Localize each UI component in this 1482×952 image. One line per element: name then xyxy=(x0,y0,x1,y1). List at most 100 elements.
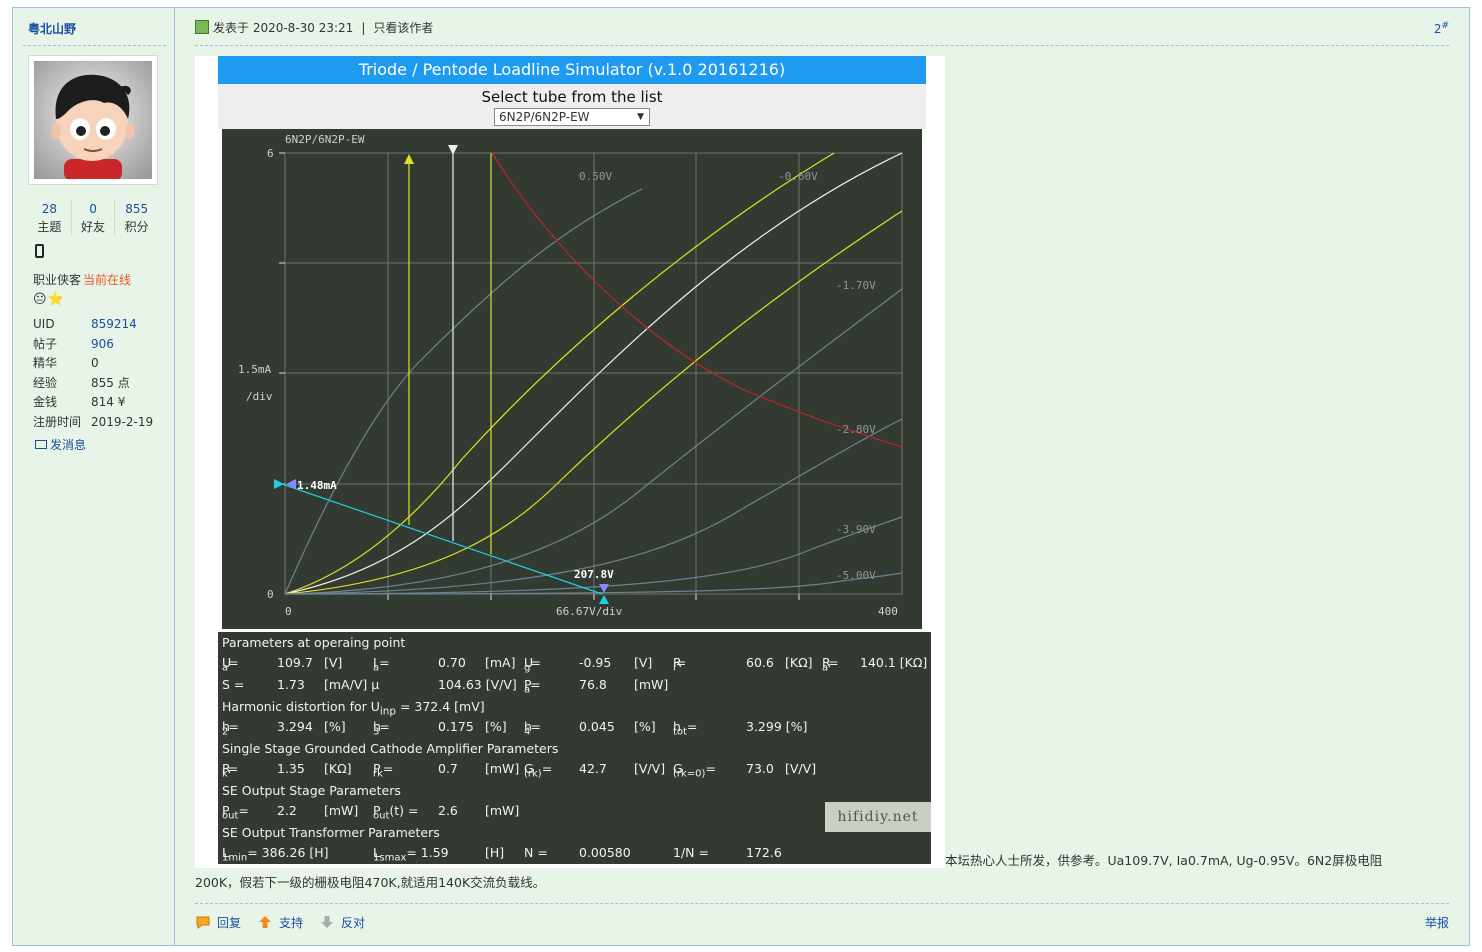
ri-eq: = xyxy=(675,655,687,670)
profile-uid: UID 859214 xyxy=(33,315,153,335)
h3-value: 0.175 xyxy=(438,719,474,734)
post-text-line-2: 200K，假若下一级的栅极电阻470K,就适用140K交流负载线。 xyxy=(195,875,546,890)
poutt-value: 2.6 xyxy=(438,803,458,818)
stat-topics[interactable]: 28 主题 xyxy=(28,200,72,236)
curve-plus050 xyxy=(284,188,643,595)
ug-value: -0.95 xyxy=(579,655,612,670)
stat-friends[interactable]: 0 好友 xyxy=(72,200,116,236)
avatar[interactable] xyxy=(28,55,158,185)
h4-value: 0.045 xyxy=(579,719,615,734)
plot-title: 6N2P/6N2P-EW xyxy=(285,133,365,146)
support-button[interactable]: 支持 xyxy=(257,914,303,931)
floor-number[interactable]: 2# xyxy=(1434,21,1449,36)
ra-eq: = xyxy=(828,655,839,670)
poutt-symbol: P xyxy=(373,803,381,818)
s-unit: [mA/V] μ xyxy=(324,677,380,692)
simulator-image[interactable]: Triode / Pentode Loadline Simulator (v.1… xyxy=(195,56,945,868)
op-row-2: S = 1.73 [mA/V] μ 104.63 [V/V] Pa = 76.8… xyxy=(222,674,931,696)
pout-unit: [mW] xyxy=(324,803,359,818)
stat-value: 0 xyxy=(89,202,97,216)
profile-value[interactable]: 859214 xyxy=(91,317,137,331)
rk-unit: [KΩ] xyxy=(324,761,352,776)
h2-eq: = xyxy=(228,719,239,734)
poutt-label: Pout (t) = xyxy=(373,800,419,828)
only-author-link[interactable]: 只看该作者 xyxy=(373,21,433,35)
tube-select-value: 6N2P/6N2P-EW xyxy=(499,110,590,124)
y-unit-div: /div xyxy=(246,390,273,403)
curve-label: -5.00V xyxy=(836,569,876,582)
post-actions: 回复 支持 反对 举报 xyxy=(195,914,1449,934)
profile-value: 814 ¥ xyxy=(91,395,126,409)
curve-label: 0.50V xyxy=(579,170,612,183)
x-unit-label: 66.67V/div xyxy=(556,605,623,618)
pa-eq: = xyxy=(530,677,541,692)
profile-exp: 经验 855 点 xyxy=(33,374,153,394)
prk-eq: = xyxy=(382,761,394,776)
profile-posts: 帖子 906 xyxy=(33,335,153,355)
pout-value: 2.2 xyxy=(277,803,297,818)
sidebar-divider xyxy=(23,45,166,46)
reply-label: 回复 xyxy=(217,916,242,930)
out-section-title: SE Output Stage Parameters xyxy=(222,783,401,798)
y-tick-zero: 0 xyxy=(267,588,274,601)
oppose-button[interactable]: 反对 xyxy=(319,914,365,931)
ua-eq: = xyxy=(228,655,239,670)
x-tick-max: 400 xyxy=(878,605,898,618)
voltage-readout: 207.8V xyxy=(574,568,614,581)
voltage-marker-icon xyxy=(599,584,609,593)
h2-value: 3.294 xyxy=(277,719,313,734)
s-value: 1.73 xyxy=(277,677,305,692)
dropdown-arrow-icon: ▼ xyxy=(637,112,644,122)
watermark: hifidiy.net xyxy=(825,802,931,832)
profile-value[interactable]: 906 xyxy=(91,337,114,351)
yellow-arrow-icon xyxy=(404,154,414,164)
prk-symbol: P xyxy=(373,761,381,776)
pout-symbol: P xyxy=(222,803,230,818)
stat-points[interactable]: 855 积分 xyxy=(115,200,158,236)
g0-label: G (rk=0) = xyxy=(673,758,716,786)
h4-label: h4 = xyxy=(524,716,541,744)
ri-value: 60.6 xyxy=(746,655,774,670)
ri-unit: [KΩ] xyxy=(785,655,813,670)
mu-value: 104.63 [V/V] xyxy=(438,677,517,692)
ia-value: 0.70 xyxy=(438,655,466,670)
g-value: 42.7 xyxy=(579,761,607,776)
support-label: 支持 xyxy=(279,916,304,930)
tube-selector-panel: Select tube from the list 6N2P/6N2P-EW ▼ xyxy=(218,84,926,129)
hd-section-title: Harmonic distortion for Uinp = 372.4 [mV… xyxy=(222,697,931,718)
curve-label: -1.70V xyxy=(836,279,876,292)
author-name[interactable]: 粤北山野 xyxy=(28,20,76,37)
profile-value: 0 xyxy=(91,356,99,370)
ia-unit: [mA] xyxy=(485,655,516,670)
profile-digest: 精华 0 xyxy=(33,354,153,374)
stat-value: 855 xyxy=(125,202,149,216)
se-section-title: Single Stage Grounded Cathode Amplifier … xyxy=(222,741,559,756)
reply-button[interactable]: 回复 xyxy=(195,914,241,931)
report-link[interactable]: 举报 xyxy=(1425,914,1449,931)
medal-icons[interactable]: 😐⭐ xyxy=(33,292,65,307)
post-text-1: 本坛热心人士所发，供参考。Ua109.7V, Ia0.7mA, Ug-0.95V… xyxy=(945,853,1383,868)
g-label: G (rk) = xyxy=(524,758,552,786)
current-marker-icon xyxy=(274,479,284,489)
stat-label: 主题 xyxy=(37,220,62,234)
simulator-title: Triode / Pentode Loadline Simulator (v.1… xyxy=(218,56,926,84)
ra-value: 140.1 [KΩ] xyxy=(860,655,928,670)
stat-label: 积分 xyxy=(124,220,149,234)
send-message-link[interactable]: 发消息 xyxy=(35,436,86,453)
rk-label: Rk = xyxy=(222,758,238,786)
htot-eq: = xyxy=(686,719,698,734)
y-tick-top: 6 xyxy=(267,147,274,160)
current-readout: 1.48mA xyxy=(297,479,337,492)
h4-eq: = xyxy=(530,719,541,734)
user-group: 职业侠客 当前在线 xyxy=(33,271,131,288)
tube-select[interactable]: 6N2P/6N2P-EW ▼ xyxy=(494,108,650,126)
plot-markers xyxy=(274,145,609,604)
pa-label: Pa = xyxy=(524,674,541,702)
header-divider xyxy=(195,45,1449,46)
hd-row: h2 = 3.294 [%] h3 = 0.175 [%] h4 = 0.045… xyxy=(222,716,931,738)
pa-value: 76.8 xyxy=(579,677,607,692)
profile-money: 金钱 814 ¥ xyxy=(33,393,153,413)
profile-regdate: 注册时间 2019-2-19 xyxy=(33,413,153,433)
post-content: 本坛热心人士所发，供参考。Ua109.7V, Ia0.7mA, Ug-0.95V… xyxy=(195,850,1445,894)
loadline-plot: 6N2P/6N2P-EW 6 0 1.5mA /div 0 66.67V/div… xyxy=(222,129,922,629)
